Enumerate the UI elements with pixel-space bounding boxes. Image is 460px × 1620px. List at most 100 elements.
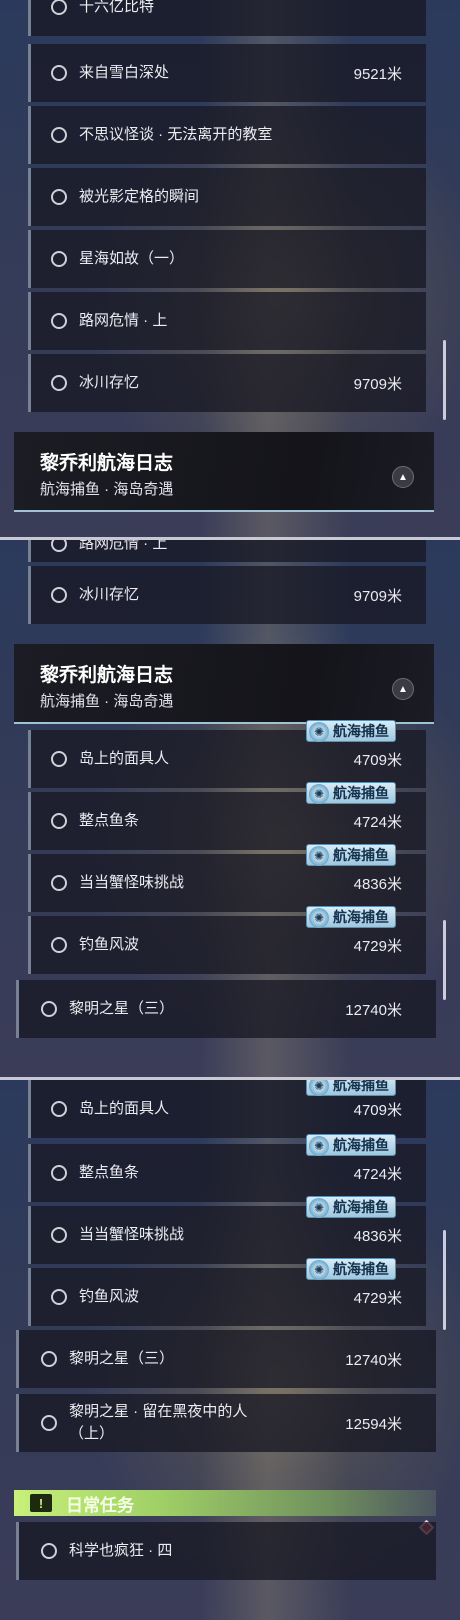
quest-label: 星海如故（一） <box>79 250 185 267</box>
quest-label: 冰川存忆 <box>79 374 140 391</box>
quest-row[interactable]: 岛上的面具人 4709米 ✺ 航海捕鱼 <box>28 720 426 788</box>
quest-row[interactable]: 不思议怪谈 · 无法离开的教室 <box>28 106 426 164</box>
quest-distance: 9521米 <box>353 65 402 83</box>
quest-row-main[interactable]: 黎明之星 · 留在黑夜中的人（上） 12594米 <box>16 1394 436 1452</box>
quest-distance: 4724米 <box>353 1165 402 1183</box>
quest-label: 钓鱼风波 <box>79 936 140 953</box>
quest-row[interactable]: 星海如故（一） <box>28 230 426 288</box>
fish-compass-icon: ✺ <box>309 1198 329 1218</box>
daily-tasks-header[interactable]: ! 日常任务 <box>14 1490 436 1516</box>
section-header-voyage-log[interactable]: 黎乔利航海日志 航海捕鱼 · 海岛奇遇 ▲ <box>14 432 434 512</box>
radio-icon <box>51 375 67 391</box>
tag-label: 航海捕鱼 <box>333 785 389 801</box>
quest-label: 整点鱼条 <box>79 1164 140 1181</box>
quest-distance: 4709米 <box>353 1101 402 1119</box>
tag-label: 航海捕鱼 <box>333 847 389 863</box>
fish-compass-icon: ✺ <box>309 846 329 866</box>
quest-label: 钓鱼风波 <box>79 1288 140 1305</box>
quest-row[interactable]: 冰川存忆 9709米 <box>28 566 426 624</box>
quest-distance: 9709米 <box>353 375 402 393</box>
section-subtitle: 航海捕鱼 · 海岛奇遇 <box>40 481 174 498</box>
fish-compass-icon: ✺ <box>309 722 329 742</box>
radio-icon <box>51 1101 67 1117</box>
section-title: 黎乔利航海日志 <box>40 453 174 474</box>
scrollbar[interactable] <box>443 340 446 420</box>
quest-row[interactable]: 钓鱼风波 4729米 ✺ 航海捕鱼 <box>28 906 426 974</box>
quest-label: 冰川存忆 <box>79 586 140 603</box>
quest-label: 当当蟹怪味挑战 <box>79 1226 185 1243</box>
quest-row[interactable]: 被光影定格的瞬间 <box>28 168 426 226</box>
tag-label: 航海捕鱼 <box>333 1261 389 1277</box>
quest-row[interactable]: 岛上的面具人 4709米 ✺ 航海捕鱼 <box>28 1080 426 1138</box>
quest-row[interactable]: 整点鱼条 4724米 ✺ 航海捕鱼 <box>28 1134 426 1202</box>
quest-label: 整点鱼条 <box>79 812 140 829</box>
radio-icon <box>41 1001 57 1017</box>
quest-label: 黎明之星（三） <box>69 1350 175 1367</box>
radio-icon <box>51 937 67 953</box>
tag-label: 航海捕鱼 <box>333 1137 389 1153</box>
radio-icon <box>51 1165 67 1181</box>
quest-distance: 4836米 <box>353 875 402 893</box>
fish-compass-icon: ✺ <box>309 1260 329 1280</box>
radio-icon <box>51 813 67 829</box>
quest-distance: 4729米 <box>353 1289 402 1307</box>
quest-label: 黎明之星（三） <box>69 1000 175 1017</box>
scrollbar[interactable] <box>443 1230 446 1330</box>
quest-label: 十六亿比特 <box>79 0 155 15</box>
fishing-tag: ✺ 航海捕鱼 <box>306 782 396 804</box>
quest-row[interactable]: 当当蟹怪味挑战 4836米 ✺ 航海捕鱼 <box>28 844 426 912</box>
quest-row[interactable]: 整点鱼条 4724米 ✺ 航海捕鱼 <box>28 782 426 850</box>
exclamation-icon: ! <box>30 1494 52 1512</box>
radio-icon <box>41 1351 57 1367</box>
radio-icon <box>41 1543 57 1559</box>
quest-label: 科学也疯狂 · 四 <box>69 1542 173 1559</box>
radio-icon <box>51 587 67 603</box>
quest-row[interactable]: 冰川存忆 9709米 <box>28 354 426 412</box>
radio-icon <box>51 189 67 205</box>
quest-row-main[interactable]: 黎明之星（三） 12740米 <box>16 980 436 1038</box>
fishing-tag: ✺ 航海捕鱼 <box>306 906 396 928</box>
radio-icon <box>51 875 67 891</box>
radio-icon <box>51 313 67 329</box>
daily-tasks-title: 日常任务 <box>66 1495 134 1515</box>
radio-icon <box>51 127 67 143</box>
section-header-voyage-log[interactable]: 黎乔利航海日志 航海捕鱼 · 海岛奇遇 ▲ <box>14 644 434 724</box>
fishing-tag: ✺ 航海捕鱼 <box>306 720 396 742</box>
quest-label: 不思议怪谈 · 无法离开的教室 <box>79 126 273 143</box>
radio-icon <box>41 1415 57 1431</box>
fishing-tag: ✺ 航海捕鱼 <box>306 1134 396 1156</box>
chevron-up-icon[interactable]: ▲ <box>392 466 414 488</box>
quest-distance: 12740米 <box>345 1001 402 1019</box>
radio-icon <box>51 0 67 15</box>
quest-row-main[interactable]: 科学也疯狂 · 四 <box>16 1522 436 1580</box>
scrollbar[interactable] <box>443 920 446 1000</box>
fish-compass-icon: ✺ <box>309 784 329 804</box>
quest-row[interactable]: 来自雪白深处 9521米 <box>28 44 426 102</box>
quest-distance: 4729米 <box>353 937 402 955</box>
section-subtitle: 航海捕鱼 · 海岛奇遇 <box>40 693 174 710</box>
quest-label: 黎明之星 · 留在黑夜中的人（上） <box>69 1403 248 1442</box>
quest-label: 来自雪白深处 <box>79 64 170 81</box>
radio-icon <box>51 1289 67 1305</box>
quest-distance: 4836米 <box>353 1227 402 1245</box>
radio-icon <box>51 540 67 552</box>
fishing-tag: ✺ 航海捕鱼 <box>306 844 396 866</box>
quest-row[interactable]: 路网危情 · 上 <box>28 292 426 350</box>
radio-icon <box>51 751 67 767</box>
radio-icon <box>51 1227 67 1243</box>
chevron-up-icon[interactable]: ▲ <box>392 678 414 700</box>
radio-icon <box>51 251 67 267</box>
fish-compass-icon: ✺ <box>309 1080 329 1096</box>
quest-row[interactable]: 钓鱼风波 4729米 ✺ 航海捕鱼 <box>28 1258 426 1326</box>
quest-row-main[interactable]: 黎明之星（三） 12740米 <box>16 1330 436 1388</box>
quest-row-partial[interactable]: 十六亿比特 <box>28 0 426 36</box>
quest-distance: 4709米 <box>353 751 402 769</box>
quest-label: 路网危情 · 上 <box>79 312 168 329</box>
tag-label: 航海捕鱼 <box>333 723 389 739</box>
fishing-tag: ✺ 航海捕鱼 <box>306 1196 396 1218</box>
quest-row[interactable]: 当当蟹怪味挑战 4836米 ✺ 航海捕鱼 <box>28 1196 426 1264</box>
section-title: 黎乔利航海日志 <box>40 665 174 686</box>
radio-icon <box>51 65 67 81</box>
quest-list-panel-2: 路网危情 · 上 冰川存忆 9709米 黎乔利航海日志 航海捕鱼 · 海岛奇遇 … <box>0 540 460 1080</box>
quest-row-partial[interactable]: 路网危情 · 上 <box>28 540 426 562</box>
